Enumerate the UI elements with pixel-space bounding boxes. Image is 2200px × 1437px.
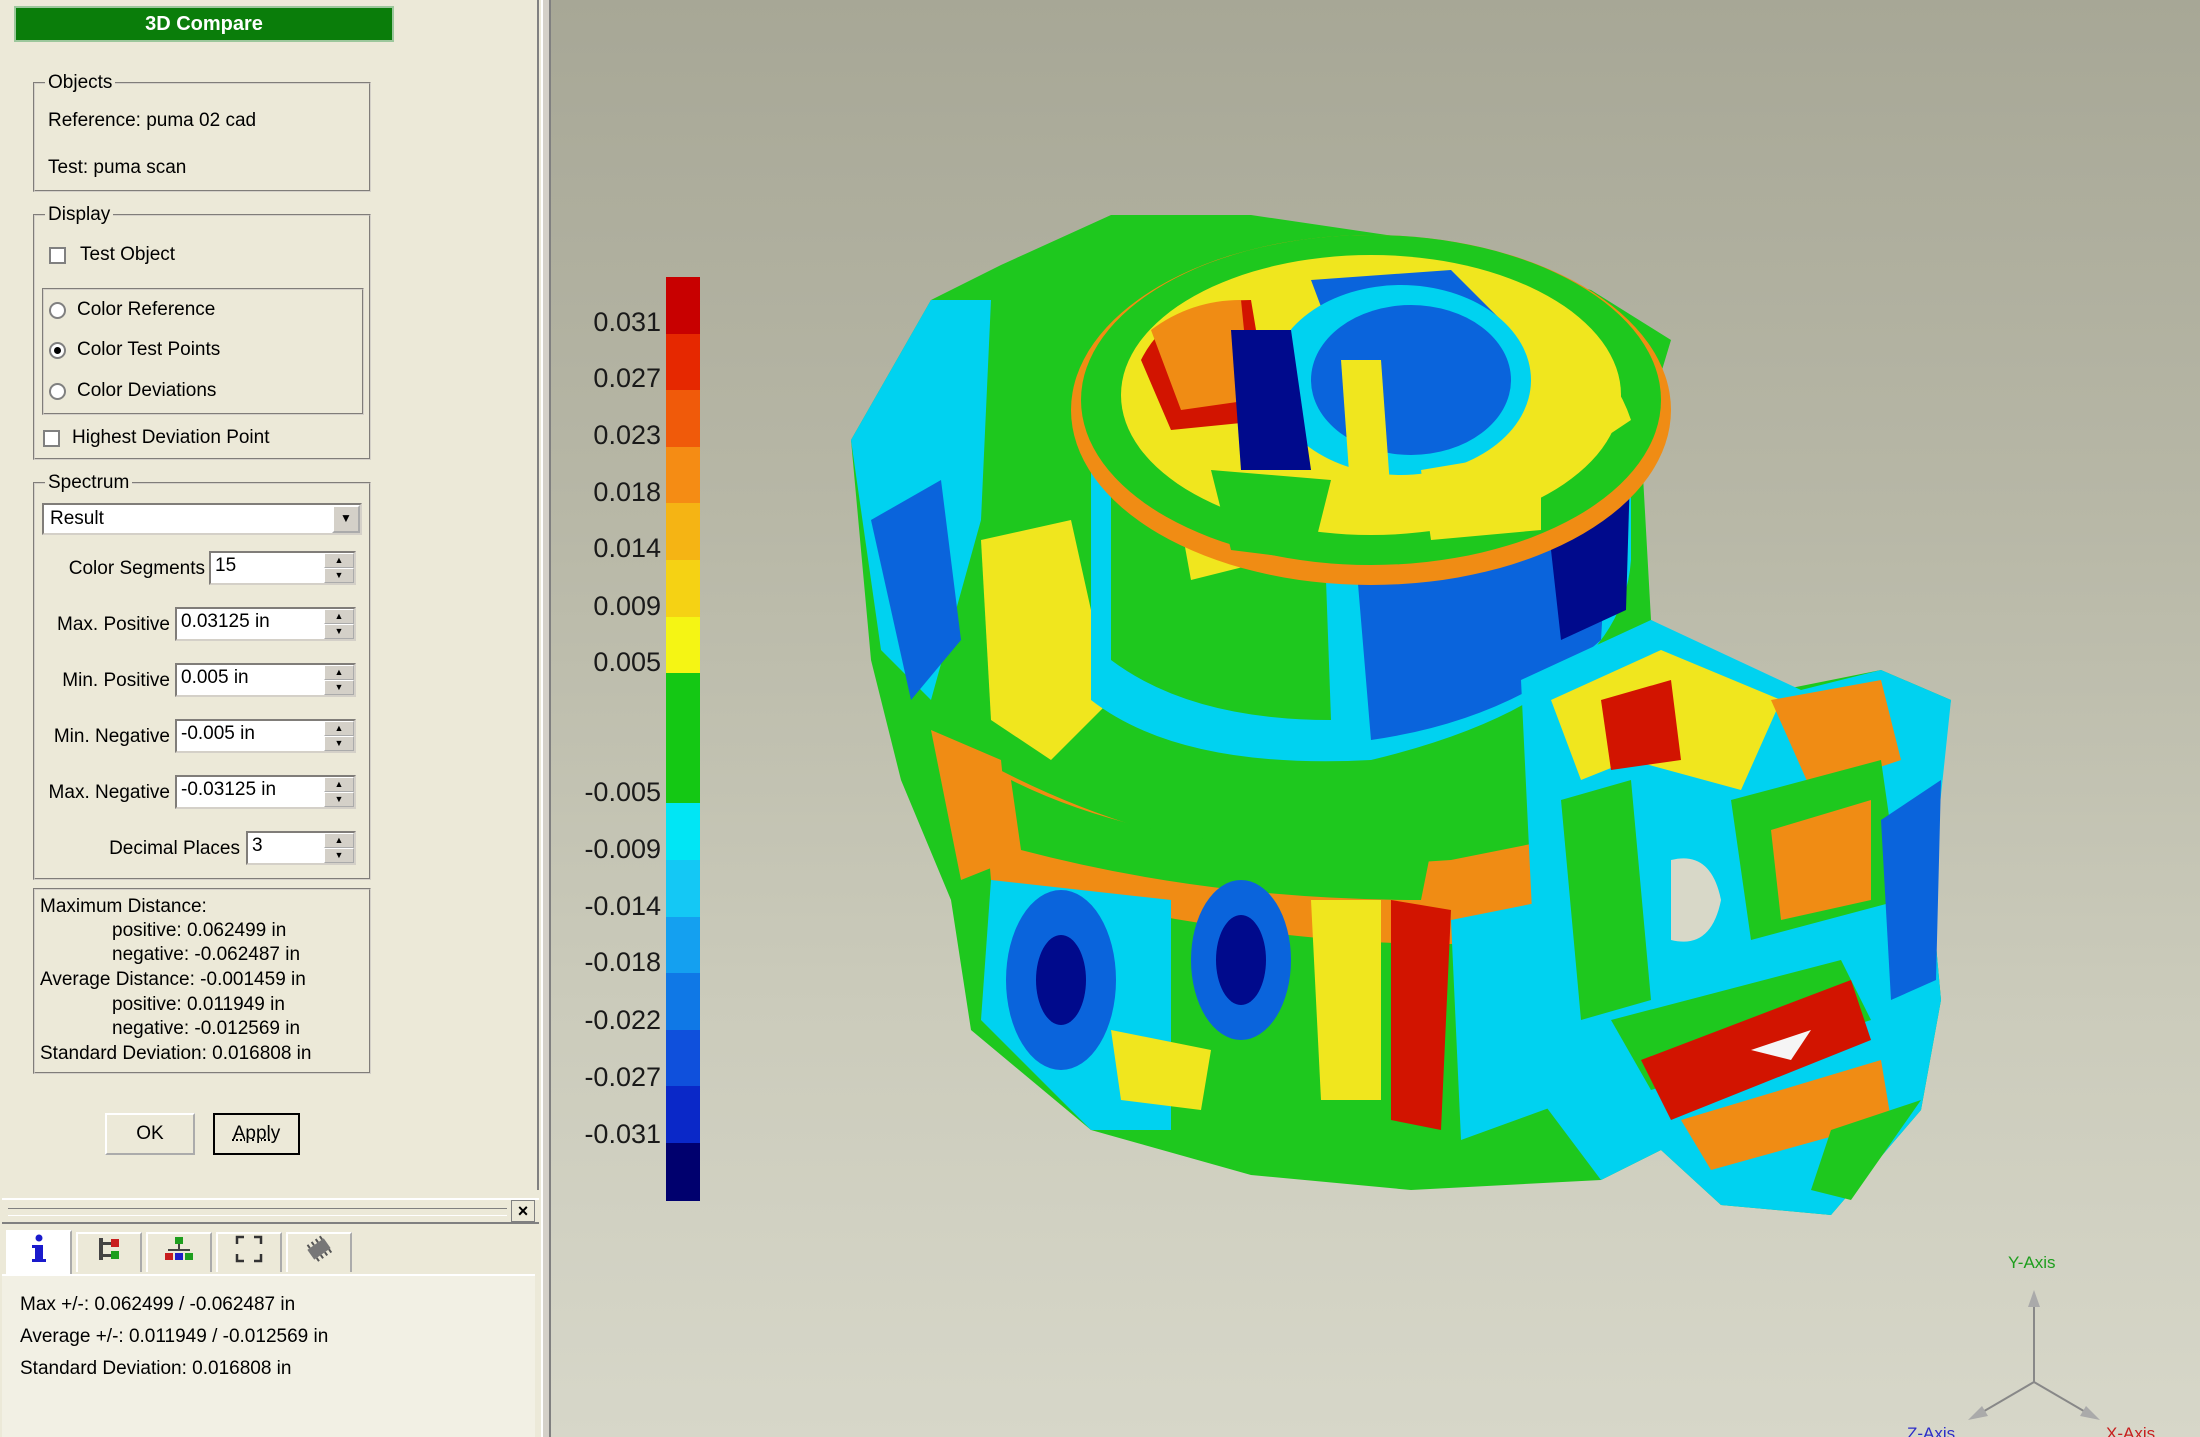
compare-dialog: 3D Compare Objects Reference: puma 02 ca… xyxy=(0,0,539,1190)
color-deviations-radio[interactable] xyxy=(49,383,66,400)
min-positive-label: Min. Positive xyxy=(62,670,170,691)
close-icon[interactable]: × xyxy=(511,1200,535,1222)
spin-down-icon[interactable]: ▼ xyxy=(324,848,354,863)
min-negative-input[interactable] xyxy=(179,723,320,745)
chevron-down-icon[interactable]: ▼ xyxy=(332,505,360,533)
spin-up-icon[interactable]: ▲ xyxy=(324,833,354,848)
reference-label: Reference: puma 02 cad xyxy=(48,110,257,131)
decimal-places-label: Decimal Places xyxy=(109,838,240,859)
spin-down-icon[interactable]: ▼ xyxy=(324,792,354,807)
stats-line: Maximum Distance: xyxy=(40,896,207,917)
y-axis-label: Y-Axis xyxy=(2008,1253,2056,1272)
axis-triad xyxy=(1968,1290,2100,1420)
spectrum-select[interactable]: Result ▼ xyxy=(42,503,362,535)
splitter[interactable] xyxy=(541,0,551,1437)
stats-line: Standard Deviation: 0.016808 in xyxy=(40,1043,312,1064)
color-test-points-radio[interactable] xyxy=(49,342,66,359)
color-reference-label: Color Reference xyxy=(77,299,216,320)
info-line: Standard Deviation: 0.016808 in xyxy=(20,1358,292,1379)
max-positive-input[interactable] xyxy=(179,611,320,633)
color-reference-radio[interactable] xyxy=(49,302,66,319)
tab-chip[interactable] xyxy=(286,1232,352,1272)
display-legend: Display xyxy=(48,204,111,225)
hierarchy-icon xyxy=(165,1237,193,1260)
left-panel: 3D Compare Objects Reference: puma 02 ca… xyxy=(0,0,541,1437)
spin-down-icon[interactable]: ▼ xyxy=(324,736,354,751)
info-line: Average +/-: 0.011949 / -0.012569 in xyxy=(20,1326,329,1347)
info-line: Max +/-: 0.062499 / -0.062487 in xyxy=(20,1294,296,1315)
min-negative-label: Min. Negative xyxy=(53,726,170,747)
tab-tree[interactable] xyxy=(76,1232,142,1272)
test-label: Test: puma scan xyxy=(48,157,187,178)
spin-up-icon[interactable]: ▲ xyxy=(324,609,354,624)
info-icon xyxy=(32,1234,46,1262)
stats-line: positive: 0.062499 in xyxy=(112,920,287,941)
color-deviations-label: Color Deviations xyxy=(77,380,217,401)
color-test-points-label: Color Test Points xyxy=(77,339,221,360)
tab-fullscreen[interactable] xyxy=(216,1232,282,1272)
highest-deviation-label: Highest Deviation Point xyxy=(72,427,270,448)
ok-button[interactable]: OK xyxy=(105,1113,195,1155)
spin-up-icon[interactable]: ▲ xyxy=(324,553,354,568)
min-negative-stepper[interactable]: ▲▼ xyxy=(175,719,356,753)
max-positive-label: Max. Positive xyxy=(57,614,170,635)
tree-icon xyxy=(99,1238,119,1260)
decimal-places-stepper[interactable]: ▲▼ xyxy=(246,831,356,865)
info-panel-grip[interactable]: × xyxy=(2,1198,539,1224)
3d-viewport[interactable]: 0.031 0.027 0.023 0.018 0.014 0.009 0.005 -0.00… xyxy=(551,0,2200,1437)
decimal-places-input[interactable] xyxy=(250,835,320,857)
z-axis-label: Z-Axis xyxy=(1907,1424,1956,1437)
objects-legend: Objects xyxy=(48,72,113,93)
max-positive-stepper[interactable]: ▲▼ xyxy=(175,607,356,641)
test-object-label: Test Object xyxy=(80,244,176,265)
tab-hierarchy[interactable] xyxy=(146,1232,212,1272)
spin-down-icon[interactable]: ▼ xyxy=(324,680,354,695)
spin-down-icon[interactable]: ▼ xyxy=(324,624,354,639)
color-segments-input[interactable] xyxy=(213,555,320,577)
stats-line: positive: 0.011949 in xyxy=(112,994,285,1015)
part-body xyxy=(851,215,1951,1215)
x-axis-label: X-Axis xyxy=(2106,1424,2156,1437)
fullscreen-icon xyxy=(235,1235,263,1263)
info-body: Max +/-: 0.062499 / -0.062487 in Average… xyxy=(2,1274,535,1437)
spin-up-icon[interactable]: ▲ xyxy=(324,665,354,680)
tab-info[interactable] xyxy=(6,1230,72,1274)
spin-up-icon[interactable]: ▲ xyxy=(324,721,354,736)
highest-deviation-checkbox[interactable] xyxy=(43,430,60,447)
min-positive-input[interactable] xyxy=(179,667,320,689)
deviation-model[interactable] xyxy=(551,0,2200,1437)
max-negative-input[interactable] xyxy=(179,779,320,801)
test-object-checkbox[interactable] xyxy=(49,247,66,264)
spin-up-icon[interactable]: ▲ xyxy=(324,777,354,792)
spectrum-select-value: Result xyxy=(50,508,104,529)
stats-line: Average Distance: -0.001459 in xyxy=(40,969,306,990)
stats-line: negative: -0.012569 in xyxy=(112,1018,301,1039)
dialog-title: 3D Compare xyxy=(14,6,394,42)
color-segments-label: Color Segments xyxy=(68,558,205,579)
color-segments-stepper[interactable]: ▲▼ xyxy=(209,551,356,585)
stats-line: negative: -0.062487 in xyxy=(112,944,301,965)
apply-button[interactable]: Apply xyxy=(213,1113,300,1155)
min-positive-stepper[interactable]: ▲▼ xyxy=(175,663,356,697)
chip-icon xyxy=(306,1235,333,1262)
max-negative-stepper[interactable]: ▲▼ xyxy=(175,775,356,809)
spin-down-icon[interactable]: ▼ xyxy=(324,568,354,583)
spectrum-legend: Spectrum xyxy=(48,472,130,493)
max-negative-label: Max. Negative xyxy=(48,782,170,803)
info-panel: × Max +/-: 0.062499 / -0.062487 in Avera… xyxy=(0,1198,539,1437)
